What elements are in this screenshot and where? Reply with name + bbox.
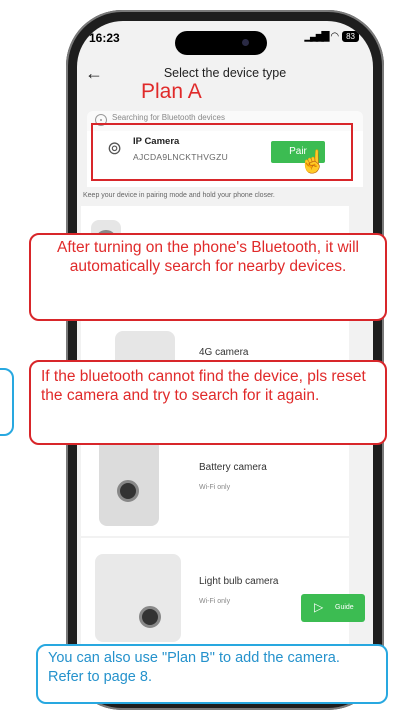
guide-button[interactable]: ▷ Guide: [301, 594, 365, 622]
status-time: 16:23: [89, 31, 120, 45]
callout-plan-b: You can also use "Plan B" to add the cam…: [36, 644, 388, 704]
camera-icon: ⊚: [107, 138, 123, 158]
front-camera-dot: [242, 39, 249, 46]
device-type-sub: Wi-Fi only: [199, 598, 231, 605]
tap-hand-icon: ☝: [299, 149, 327, 174]
signal-icon: ▁▃▅▇: [304, 31, 330, 42]
callout-bluetooth-auto: After turning on the phone's Bluetooth, …: [29, 233, 387, 321]
guide-label: Guide: [335, 604, 354, 611]
device-type-label: Light bulb camera: [199, 576, 279, 587]
lens-icon: [117, 480, 139, 502]
callout-reset-camera: If the bluetooth cannot find the device,…: [29, 360, 387, 445]
plan-a-label: Plan A: [141, 80, 202, 103]
device-type-label: 4G camera: [199, 347, 249, 358]
page-title: Select the device type: [163, 66, 287, 80]
left-edge-callout-fragment: [0, 368, 14, 436]
device-id: AJCDA9LNCKTHVGZU: [133, 152, 229, 162]
camera-image: [95, 554, 181, 642]
camera-image: [99, 432, 159, 526]
pairing-hint: Keep your device in pairing mode and hol…: [83, 192, 275, 199]
device-type-label: Battery camera: [199, 462, 267, 473]
searching-text: Searching for Bluetooth devices: [112, 113, 225, 122]
dynamic-island: [175, 31, 267, 55]
status-icons: ▁▃▅▇ ◠ 83: [305, 31, 359, 42]
wifi-icon: ◠: [330, 31, 340, 42]
lens-icon: [139, 606, 161, 628]
play-icon: ▷: [314, 600, 324, 614]
device-name: IP Camera: [133, 136, 180, 147]
device-type-sub: Wi-Fi only: [199, 484, 231, 491]
battery-icon: 83: [342, 31, 359, 42]
top-bar: ← Select the device type: [77, 63, 373, 89]
